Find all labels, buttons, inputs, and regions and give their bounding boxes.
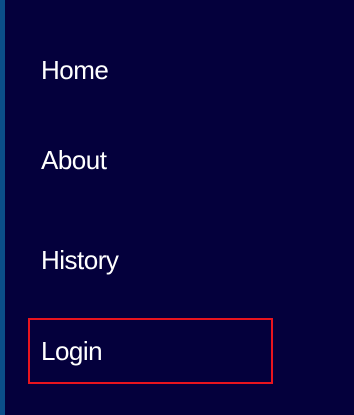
nav-item-label: History (41, 244, 119, 275)
menu-edge-divider (0, 0, 5, 415)
nav-item-about[interactable]: About (28, 128, 273, 192)
nav-item-home[interactable]: Home (28, 38, 273, 102)
nav-item-label: Home (41, 54, 109, 85)
nav-item-history[interactable]: History (28, 228, 273, 292)
nav-item-login[interactable]: Login (28, 318, 273, 384)
nav-item-label: Login (41, 335, 103, 366)
navigation-menu: Home About History Login (0, 0, 354, 415)
nav-item-label: About (41, 144, 107, 175)
